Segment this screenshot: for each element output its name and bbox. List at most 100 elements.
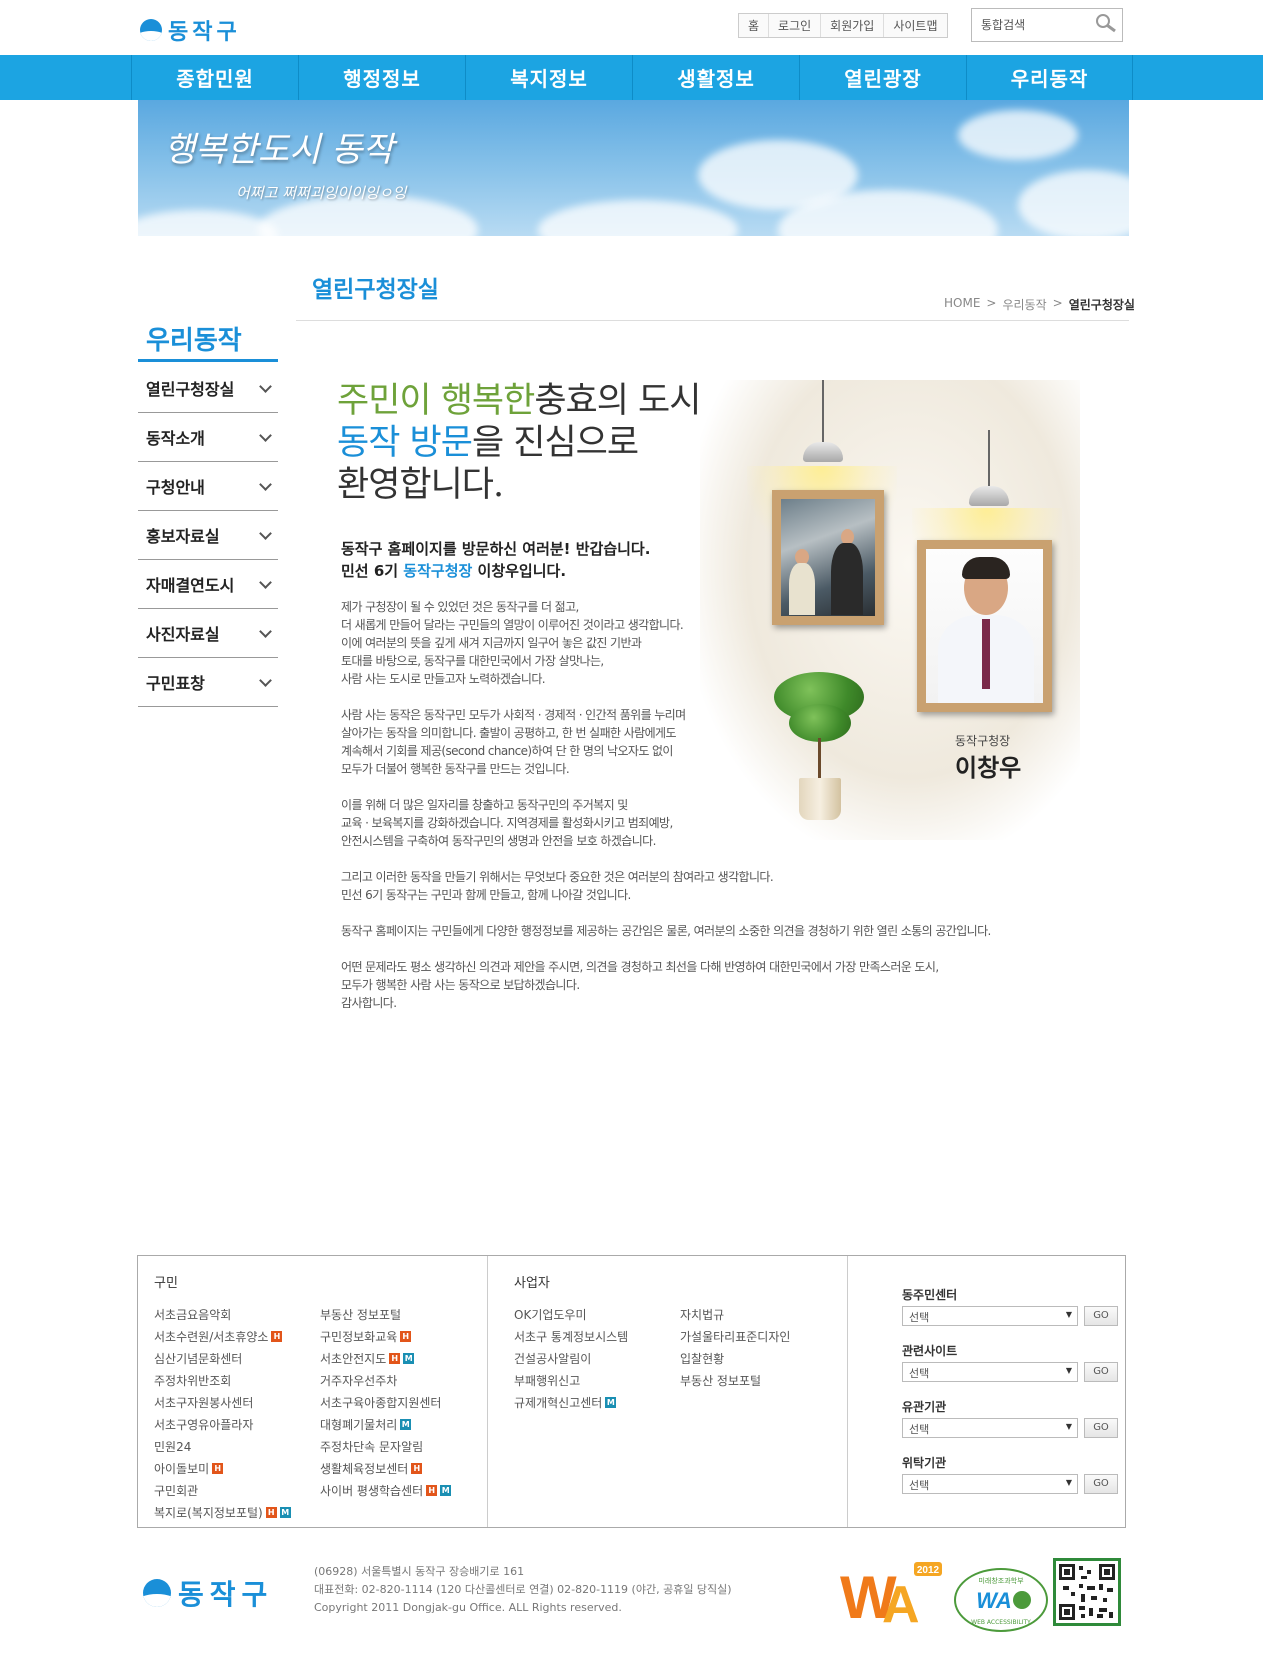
footer-link-label: 주정차위반조회 xyxy=(154,1374,232,1388)
sidebar-item-label: 구민표창 xyxy=(146,674,205,693)
sidebar-item-awards[interactable]: 구민표창 xyxy=(138,658,278,707)
util-login-link[interactable]: 로그인 xyxy=(769,14,822,37)
sidebar-item-label: 홍보자료실 xyxy=(146,527,220,546)
util-sitemap-link[interactable]: 사이트맵 xyxy=(884,14,947,37)
footer-link[interactable]: 서초구영유아플라자 xyxy=(154,1416,253,1433)
util-join-link[interactable]: 회원가입 xyxy=(821,14,885,37)
headline-text: 환영합니다. xyxy=(337,465,504,505)
footer-link-label: 서초금요음악회 xyxy=(154,1308,232,1322)
greeting-paragraph: 이를 위해 더 많은 일자리를 창출하고 동작구민의 주거복지 및 교육 · 보… xyxy=(341,796,673,850)
footer-link[interactable]: 가설울타리표준디자인 xyxy=(680,1328,790,1345)
footer-link[interactable]: 서초구 통계정보시스템 xyxy=(514,1328,628,1345)
wa-year: 2012 xyxy=(917,1565,940,1576)
community-center-select[interactable]: 선택 ▼ xyxy=(902,1306,1078,1326)
gnb-item-welfare[interactable]: 복지정보 xyxy=(465,55,632,100)
footer-link[interactable]: 구민정보화교육 H xyxy=(320,1328,412,1345)
wa-cert-bottom: WEB ACCESSIBILITY xyxy=(971,1619,1031,1626)
gnb-item-life[interactable]: 생활정보 xyxy=(632,55,799,100)
footer-link[interactable]: 아이돌보미 H xyxy=(154,1460,224,1477)
footer-link[interactable]: 입찰현황 xyxy=(680,1350,724,1367)
footer-link[interactable]: 민원24 xyxy=(154,1438,191,1455)
home-badge-icon: H xyxy=(271,1331,283,1342)
go-button[interactable]: GO xyxy=(1084,1306,1118,1326)
paragraph-line: 토대를 바탕으로, 동작구를 대한민국에서 가장 살맛나는, xyxy=(341,654,604,668)
util-home-link[interactable]: 홈 xyxy=(739,14,770,37)
home-badge-icon: H xyxy=(265,1507,277,1518)
footer-link-label: 서초구영유아플라자 xyxy=(154,1418,254,1432)
gnb-item-civil[interactable]: 종합민원 xyxy=(131,55,298,100)
wa-cert-top: 미래창조과학부 xyxy=(978,1576,1024,1585)
footer-link[interactable]: 서초수련원/서초휴양소 H xyxy=(154,1328,283,1345)
headline-text: 을 진심으로 xyxy=(471,423,639,463)
gnb-item-dongjak[interactable]: 우리동작 xyxy=(966,55,1133,100)
footer-link[interactable]: 대형폐기물처리 M xyxy=(320,1416,412,1433)
chevron-down-icon xyxy=(259,526,272,540)
footer-logo-text: 동작구 xyxy=(178,1578,274,1611)
footer-link-label: 구민정보화교육 xyxy=(320,1330,398,1344)
footer-link[interactable]: 규제개혁신고센터 M xyxy=(514,1394,617,1411)
footer-link[interactable]: 건설공사알림이 xyxy=(514,1350,591,1367)
select-value: 선택 xyxy=(909,1423,930,1436)
go-button[interactable]: GO xyxy=(1084,1418,1118,1438)
footer-link[interactable]: 구민회관 xyxy=(154,1482,198,1499)
consigned-agencies-select[interactable]: 선택 ▼ xyxy=(902,1474,1078,1494)
footer-link[interactable]: 심산기념문화센터 xyxy=(154,1350,242,1367)
footer-link[interactable]: 거주자우선주차 xyxy=(320,1372,397,1389)
footer-link[interactable]: 서초금요음악회 xyxy=(154,1306,231,1323)
footer-link[interactable]: 서초구자원봉사센터 xyxy=(154,1394,253,1411)
paragraph-line: 이에 여러분의 뜻을 깊게 새겨 지금까지 일구어 놓은 값진 기반과 xyxy=(341,636,642,650)
go-button[interactable]: GO xyxy=(1084,1474,1118,1494)
breadcrumb-home[interactable]: HOME xyxy=(944,296,980,313)
footer-link-label: 서초안전지도 xyxy=(320,1352,387,1366)
lamp-cord xyxy=(822,380,824,442)
citizen-links-title: 구민 xyxy=(154,1276,178,1291)
mayor-role: 동작구청장 xyxy=(955,734,1011,748)
sidebar-item-sister-cities[interactable]: 자매결연도시 xyxy=(138,560,278,609)
home-badge-icon: H xyxy=(389,1353,401,1364)
qr-code-icon[interactable] xyxy=(1053,1558,1121,1626)
paragraph-line: 교육 · 보육복지를 강화하겠습니다. 지역경제를 활성화시키고 범죄예방, xyxy=(341,816,673,830)
footer-link[interactable]: 부동산 정보포털 xyxy=(680,1372,761,1389)
sidebar-item-intro[interactable]: 동작소개 xyxy=(138,413,278,462)
sidebar-item-pr[interactable]: 홍보자료실 xyxy=(138,511,278,560)
footer-link[interactable]: 사이버 평생학습센터 H M xyxy=(320,1482,452,1499)
footer-link[interactable]: OK기업도우미 xyxy=(514,1306,587,1323)
footer-link[interactable]: 복지로(복지정보포털) H M xyxy=(154,1504,291,1521)
search-input[interactable] xyxy=(981,18,1091,32)
related-sites-select[interactable]: 선택 ▼ xyxy=(902,1362,1078,1382)
sidebar-item-mayor-office[interactable]: 열린구청장실 xyxy=(138,364,278,413)
footer-link[interactable]: 생활체육정보센터 H xyxy=(320,1460,423,1477)
footer-link[interactable]: 부동산 정보포털 xyxy=(320,1306,401,1323)
footer-logo[interactable]: 동작구 xyxy=(143,1573,273,1613)
go-button[interactable]: GO xyxy=(1084,1362,1118,1382)
gnb-item-plaza[interactable]: 열린광장 xyxy=(799,55,966,100)
footer-link[interactable]: 주정차단속 문자알림 xyxy=(320,1438,423,1455)
footer-link[interactable]: 주정차위반조회 xyxy=(154,1372,231,1389)
site-logo[interactable]: 동작구 xyxy=(140,14,241,46)
paragraph-line: 살아가는 동작을 의미합니다. 출발이 공평하고, 한 번 실패한 사람에게도 xyxy=(341,726,677,740)
footer-link-label: 부동산 정보포털 xyxy=(320,1308,402,1322)
logo-mark-icon xyxy=(140,19,162,41)
footer-link[interactable]: 서초구육아종합지원센터 xyxy=(320,1394,441,1411)
footer-link-label: 사이버 평생학습센터 xyxy=(320,1484,424,1498)
footer-link[interactable]: 부패행위신고 xyxy=(514,1372,580,1389)
sidebar-item-office-guide[interactable]: 구청안내 xyxy=(138,462,278,511)
copyright-line: Copyright 2011 Dongjak-gu Office. ALL Ri… xyxy=(314,1601,622,1614)
hero-banner: 행복한도시 동작 어쩌고 쩌쩌괴잉이이잉ㅇ잉 xyxy=(138,100,1129,236)
footer-link[interactable]: 자치법규 xyxy=(680,1306,724,1323)
sidebar-item-photos[interactable]: 사진자료실 xyxy=(138,609,278,658)
mobile-badge-icon: M xyxy=(400,1419,412,1430)
footer-link-label: 서초구 통계정보시스템 xyxy=(514,1330,629,1344)
gnb-item-admin[interactable]: 행정정보 xyxy=(298,55,465,100)
paragraph-line: 모두가 행복한 사람 사는 동작으로 보답하겠습니다. xyxy=(341,978,580,992)
footer-link[interactable]: 서초안전지도 H M xyxy=(320,1350,415,1367)
related-agencies-select[interactable]: 선택 ▼ xyxy=(902,1418,1078,1438)
dropdown-arrow-icon: ▼ xyxy=(1065,1422,1072,1431)
footer-link-label: 주정차단속 문자알림 xyxy=(320,1440,424,1454)
select-label: 위탁기관 xyxy=(902,1456,947,1470)
search-icon[interactable] xyxy=(1095,13,1117,37)
chevron-down-icon xyxy=(259,428,272,442)
phone-line: 대표전화: 02-820-1114 (120 다산콜센터로 연결) 02-820… xyxy=(314,1583,732,1596)
sidebar-item-label: 열린구청장실 xyxy=(146,380,235,399)
breadcrumb-section[interactable]: 우리동작 xyxy=(1002,296,1046,313)
